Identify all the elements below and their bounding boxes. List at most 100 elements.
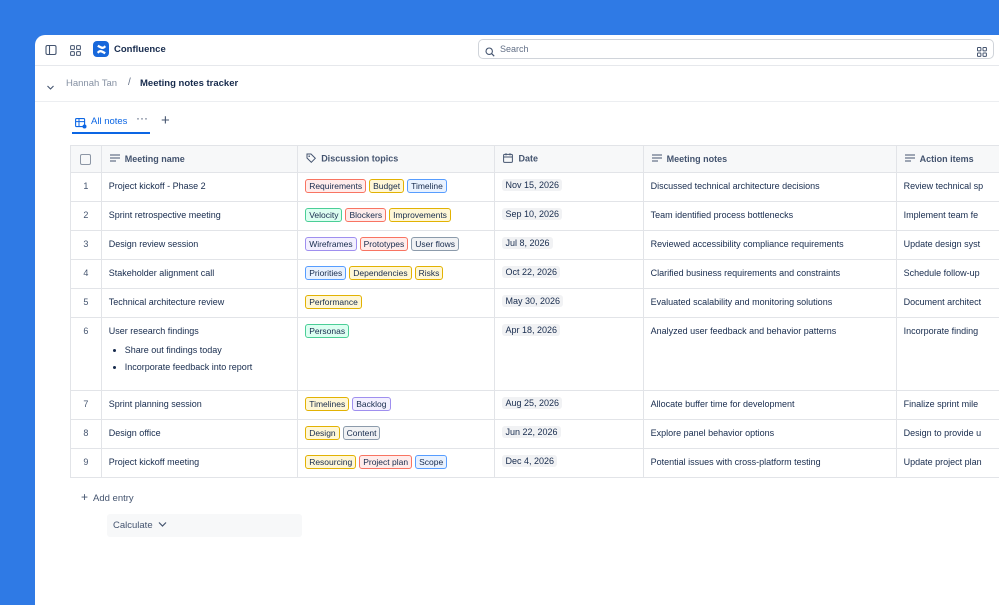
discussion-topics-cell[interactable]: Design Content xyxy=(298,420,495,449)
meeting-notes-cell[interactable]: Clarified business requirements and cons… xyxy=(643,260,896,289)
add-view-button[interactable]: + xyxy=(161,112,170,129)
sidebar-toggle-icon[interactable] xyxy=(43,42,59,58)
topic-tag[interactable]: Wireframes xyxy=(305,237,356,251)
meeting-notes-cell[interactable]: Reviewed accessibility compliance requir… xyxy=(643,231,896,260)
table-row[interactable]: 7Sprint planning sessionTimelinesBacklog… xyxy=(71,391,999,420)
breadcrumb-user[interactable]: Hannah Tan xyxy=(66,78,117,89)
date-cell[interactable]: Aug 25, 2026 xyxy=(495,391,643,420)
meeting-name-cell[interactable]: Technical architecture review xyxy=(101,289,297,318)
row-number: 6 xyxy=(71,318,102,391)
topic-tag[interactable]: Priorities xyxy=(305,266,346,280)
meeting-notes-table: Meeting name Discussion topics Date Meet… xyxy=(70,145,999,478)
action-items-cell[interactable]: Schedule follow-up xyxy=(896,260,999,289)
table-row[interactable]: 5Technical architecture reviewPerformanc… xyxy=(71,289,999,318)
table-row[interactable]: 2Sprint retrospective meetingVelocityBlo… xyxy=(71,202,999,231)
action-items-cell[interactable]: Implement team fe xyxy=(896,202,999,231)
topic-tag[interactable]: Dependencies xyxy=(349,266,411,280)
topic-tag[interactable]: Timelines xyxy=(305,397,349,411)
action-items-cell[interactable]: Document architect xyxy=(896,289,999,318)
topic-tag[interactable]: Budget xyxy=(369,179,404,193)
action-items-cell[interactable]: Finalize sprint mile xyxy=(896,391,999,420)
table-row[interactable]: 8Design officeDesignContentJun 22, 2026E… xyxy=(71,420,999,449)
discussion-topics-cell[interactable]: Performance xyxy=(298,289,495,318)
meeting-name-cell[interactable]: Sprint planning session xyxy=(101,391,297,420)
select-all-checkbox[interactable] xyxy=(71,146,102,173)
meeting-name-cell[interactable]: Stakeholder alignment call xyxy=(101,260,297,289)
topic-tag[interactable]: Requirements xyxy=(305,179,366,193)
discussion-topics-cell[interactable]: RequirementsBudgetTimeline xyxy=(298,173,495,202)
date-cell[interactable]: Jun 22, 2026 xyxy=(495,420,643,449)
filter-grid-icon[interactable] xyxy=(977,44,987,62)
discussion-topics-cell[interactable]: Personas xyxy=(298,318,495,391)
discussion-topics-cell[interactable]: PrioritiesDependencies Risks xyxy=(298,260,495,289)
meeting-name-cell[interactable]: Sprint retrospective meeting xyxy=(101,202,297,231)
topic-tag[interactable]: Improvements xyxy=(389,208,451,222)
column-header-discussion-topics[interactable]: Discussion topics xyxy=(298,146,495,173)
date-cell[interactable]: Jul 8, 2026 xyxy=(495,231,643,260)
column-header-label: Date xyxy=(518,153,538,163)
meeting-name-cell[interactable]: User research findingsShare out findings… xyxy=(101,318,297,391)
table-row[interactable]: 4Stakeholder alignment callPrioritiesDep… xyxy=(71,260,999,289)
action-items-cell[interactable]: Design to provide u xyxy=(896,420,999,449)
action-items-cell[interactable]: Update project plan xyxy=(896,449,999,478)
more-options-icon[interactable]: ··· xyxy=(136,111,148,125)
discussion-topics-cell[interactable]: TimelinesBacklog xyxy=(298,391,495,420)
meeting-notes-cell[interactable]: Team identified process bottlenecks xyxy=(643,202,896,231)
date-cell[interactable]: Oct 22, 2026 xyxy=(495,260,643,289)
meeting-notes-cell[interactable]: Potential issues with cross-platform tes… xyxy=(643,449,896,478)
meeting-notes-cell[interactable]: Explore panel behavior options xyxy=(643,420,896,449)
discussion-topics-cell[interactable]: ResourcingProject planScope xyxy=(298,449,495,478)
topic-tag[interactable]: User flows xyxy=(411,237,459,251)
meeting-notes-cell[interactable]: Discussed technical architecture decisio… xyxy=(643,173,896,202)
table-row[interactable]: 1Project kickoff - Phase 2RequirementsBu… xyxy=(71,173,999,202)
search-input[interactable]: Search xyxy=(478,39,994,59)
topic-tag[interactable]: Timeline xyxy=(407,179,447,193)
confluence-logo-icon[interactable] xyxy=(93,41,109,57)
topic-tag[interactable]: Blockers xyxy=(345,208,386,222)
calculate-button[interactable]: Calculate xyxy=(107,514,302,537)
column-header-action-items[interactable]: Action items xyxy=(896,146,999,173)
meeting-name-cell[interactable]: Project kickoff meeting xyxy=(101,449,297,478)
topic-tag[interactable]: Risks xyxy=(415,266,444,280)
discussion-topics-cell[interactable]: Wireframes PrototypesUser flows xyxy=(298,231,495,260)
date-cell[interactable]: May 30, 2026 xyxy=(495,289,643,318)
topic-tag[interactable]: Scope xyxy=(415,455,447,469)
meeting-name-cell[interactable]: Project kickoff - Phase 2 xyxy=(101,173,297,202)
meeting-notes-cell[interactable]: Allocate buffer time for development xyxy=(643,391,896,420)
action-items-cell[interactable]: Incorporate finding xyxy=(896,318,999,391)
topic-tag[interactable]: Velocity xyxy=(305,208,342,222)
add-entry-button[interactable]: +Add entry xyxy=(81,490,134,504)
apps-grid-icon[interactable] xyxy=(67,42,83,58)
date-cell[interactable]: Sep 10, 2026 xyxy=(495,202,643,231)
column-header-date[interactable]: Date xyxy=(495,146,643,173)
chevron-down-icon[interactable] xyxy=(46,79,55,97)
date-cell[interactable]: Apr 18, 2026 xyxy=(495,318,643,391)
topic-tag[interactable]: Personas xyxy=(305,324,349,338)
table-row[interactable]: 9Project kickoff meetingResourcingProjec… xyxy=(71,449,999,478)
topic-tag[interactable]: Performance xyxy=(305,295,362,309)
meeting-name-cell[interactable]: Design office xyxy=(101,420,297,449)
topic-tag[interactable]: Prototypes xyxy=(360,237,409,251)
date-cell[interactable]: Dec 4, 2026 xyxy=(495,449,643,478)
topic-tag[interactable]: Project plan xyxy=(359,455,412,469)
discussion-topics-cell[interactable]: VelocityBlockersImprovements xyxy=(298,202,495,231)
action-items-cell[interactable]: Update design syst xyxy=(896,231,999,260)
table-row[interactable]: 6User research findingsShare out finding… xyxy=(71,318,999,391)
topic-tag[interactable]: Content xyxy=(343,426,381,440)
action-items-cell[interactable]: Review technical sp xyxy=(896,173,999,202)
top-navigation-bar: Confluence Search xyxy=(35,35,999,66)
meeting-notes-cell[interactable]: Evaluated scalability and monitoring sol… xyxy=(643,289,896,318)
meeting-name-cell[interactable]: Design review session xyxy=(101,231,297,260)
column-header-meeting-name[interactable]: Meeting name xyxy=(101,146,297,173)
topic-tag[interactable]: Resourcing xyxy=(305,455,356,469)
topic-tag[interactable]: Backlog xyxy=(352,397,390,411)
column-header-meeting-notes[interactable]: Meeting notes xyxy=(643,146,896,173)
date-cell[interactable]: Nov 15, 2026 xyxy=(495,173,643,202)
app-name[interactable]: Confluence xyxy=(114,44,166,55)
topic-tag[interactable]: Design xyxy=(305,426,339,440)
checkbox[interactable] xyxy=(80,154,91,165)
page-title[interactable]: Meeting notes tracker xyxy=(140,78,238,89)
text-lines-icon xyxy=(905,154,915,164)
table-row[interactable]: 3Design review sessionWireframesPrototyp… xyxy=(71,231,999,260)
meeting-notes-cell[interactable]: Analyzed user feedback and behavior patt… xyxy=(643,318,896,391)
